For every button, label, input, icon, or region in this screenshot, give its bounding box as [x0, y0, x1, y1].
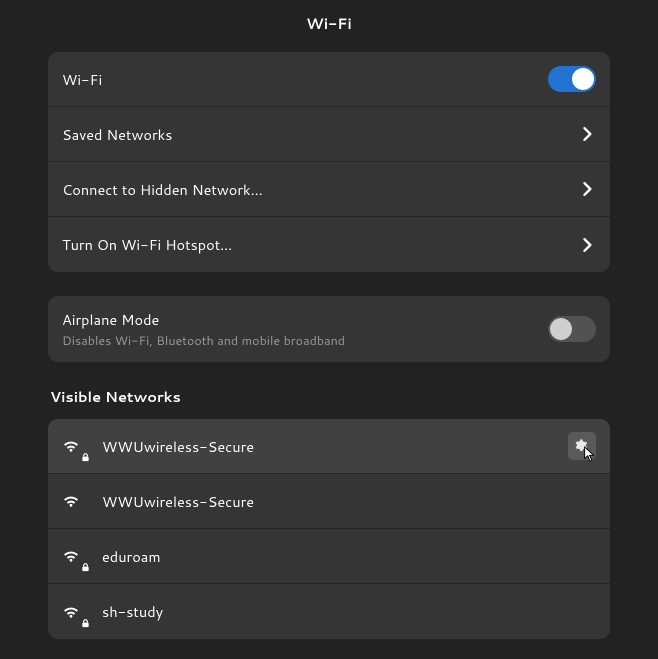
- wifi-settings-group: Wi-Fi Saved Networks Connect to Hidden N…: [48, 52, 610, 272]
- wifi-hotspot-label: Turn On Wi-Fi Hotspot…: [62, 234, 580, 255]
- gear-icon: [574, 438, 590, 454]
- wifi-toggle-row[interactable]: Wi-Fi: [48, 52, 610, 107]
- wifi-toggle[interactable]: [548, 66, 596, 92]
- network-row[interactable]: WWUwireless-Secure: [48, 419, 610, 474]
- chevron-right-icon: [580, 237, 596, 253]
- wifi-signal-icon: [62, 605, 88, 619]
- chevron-right-icon: [580, 181, 596, 197]
- toggle-knob: [550, 318, 572, 340]
- network-settings-button[interactable]: [568, 432, 596, 460]
- visible-networks-group: WWUwireless-Secure WWUwireless-Secure edur…: [48, 419, 610, 639]
- toggle-knob: [572, 68, 594, 90]
- lock-icon: [81, 447, 90, 456]
- network-name: sh-study: [102, 601, 596, 622]
- network-row[interactable]: eduroam: [48, 529, 610, 584]
- lock-icon: [81, 613, 90, 622]
- airplane-mode-toggle[interactable]: [548, 316, 596, 342]
- lock-icon: [81, 557, 90, 566]
- connect-hidden-network-row[interactable]: Connect to Hidden Network…: [48, 162, 610, 217]
- airplane-mode-row[interactable]: Airplane Mode Disables Wi-Fi, Bluetooth …: [48, 296, 610, 362]
- airplane-mode-sublabel: Disables Wi-Fi, Bluetooth and mobile bro…: [62, 332, 548, 350]
- wifi-signal-icon: [62, 494, 88, 508]
- chevron-right-icon: [580, 126, 596, 142]
- airplane-mode-label: Airplane Mode: [62, 309, 548, 330]
- network-name: WWUwireless-Secure: [102, 436, 554, 457]
- network-row[interactable]: sh-study: [48, 584, 610, 639]
- wifi-signal-icon: [62, 549, 88, 563]
- airplane-mode-group: Airplane Mode Disables Wi-Fi, Bluetooth …: [48, 296, 610, 362]
- network-row[interactable]: WWUwireless-Secure: [48, 474, 610, 529]
- wifi-signal-icon: [62, 439, 88, 453]
- connect-hidden-network-label: Connect to Hidden Network…: [62, 179, 580, 200]
- saved-networks-row[interactable]: Saved Networks: [48, 107, 610, 162]
- saved-networks-label: Saved Networks: [62, 124, 580, 145]
- page-title: Wi-Fi: [0, 0, 658, 52]
- wifi-label: Wi-Fi: [62, 69, 548, 90]
- visible-networks-header: Visible Networks: [50, 386, 610, 407]
- wifi-hotspot-row[interactable]: Turn On Wi-Fi Hotspot…: [48, 217, 610, 272]
- network-name: eduroam: [102, 546, 596, 567]
- network-name: WWUwireless-Secure: [102, 491, 596, 512]
